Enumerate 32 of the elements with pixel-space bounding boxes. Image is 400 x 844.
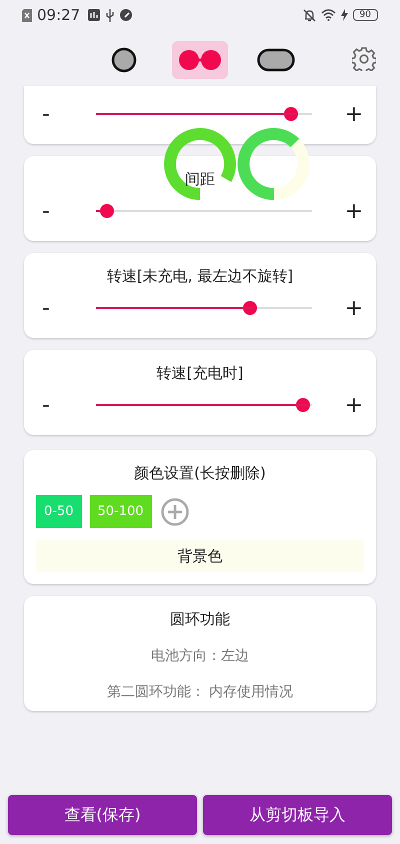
ring-function-title: 圆环功能	[169, 610, 231, 629]
decrease-button[interactable]: -	[34, 198, 58, 224]
color-settings-title: 颜色设置(长按删除)	[133, 464, 267, 483]
ring-setting-item[interactable]: 第二圆环功能： 内存使用情况	[24, 683, 376, 701]
action-button[interactable]: 查看(保存)	[8, 795, 197, 835]
gauge-icon	[120, 9, 132, 21]
pill-icon	[257, 48, 295, 72]
ring-setting-item[interactable]: 电池方向：左边	[24, 647, 376, 665]
decrease-button[interactable]: -	[34, 392, 58, 418]
decrease-button[interactable]: -	[34, 102, 58, 126]
slider-title: 转速[未充电, 最左边不旋转]	[106, 267, 294, 285]
double-circle-icon	[177, 47, 223, 73]
settings-icon[interactable]	[352, 47, 376, 71]
battery-level: 90	[352, 9, 378, 21]
charging-icon	[340, 9, 348, 21]
circle-icon	[111, 47, 137, 73]
increase-button[interactable]: +	[342, 296, 366, 320]
wifi-icon	[320, 9, 336, 21]
slider-title: 间距	[185, 170, 215, 188]
background-color-button[interactable]: 背景色	[36, 540, 364, 572]
app-icon	[88, 9, 100, 21]
slider-title: 转速[充电时]	[156, 364, 244, 382]
increase-button[interactable]: +	[342, 198, 366, 224]
bell-muted-icon	[302, 8, 316, 22]
decrease-button[interactable]: -	[34, 296, 58, 320]
increase-button[interactable]: +	[342, 102, 366, 126]
usb-icon	[105, 8, 116, 22]
sim-icon	[22, 8, 32, 22]
action-button[interactable]: 从剪切板导入	[203, 795, 392, 835]
status-time: 09:27	[37, 6, 80, 24]
increase-button[interactable]: +	[342, 392, 366, 418]
slider-thumb[interactable]	[100, 204, 114, 218]
